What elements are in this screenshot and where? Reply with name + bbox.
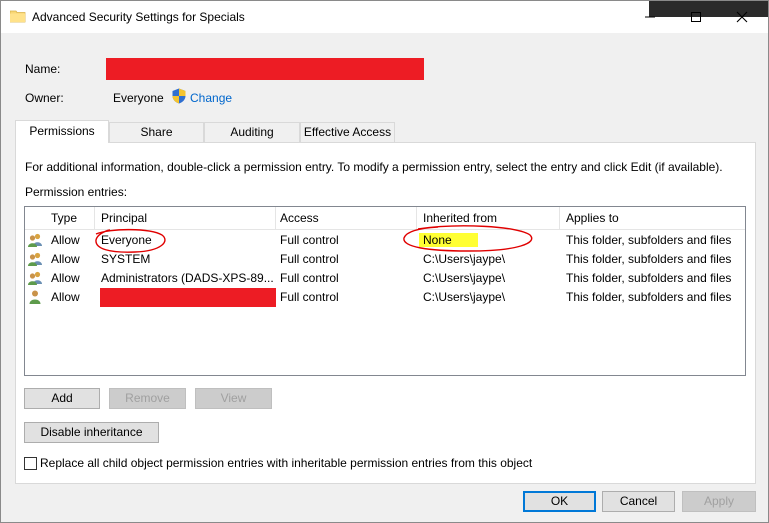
change-owner-link[interactable]: Change xyxy=(190,91,232,105)
cell-inherited-from: C:\Users\jaype\ xyxy=(423,252,506,266)
cell-applies-to: This folder, subfolders and files xyxy=(566,290,732,304)
group-users-icon xyxy=(28,252,42,266)
column-header-access[interactable]: Access xyxy=(280,211,319,225)
replace-child-permissions-checkbox[interactable] xyxy=(24,457,37,470)
help-text: For additional information, double-click… xyxy=(25,160,723,174)
window-title: Advanced Security Settings for Specials xyxy=(32,10,245,24)
table-row[interactable]: Allow SYSTEM Full control C:\Users\jaype… xyxy=(25,250,745,269)
owner-label: Owner: xyxy=(25,91,64,105)
remove-button[interactable]: Remove xyxy=(109,388,186,409)
minimize-button[interactable] xyxy=(627,1,673,33)
tab-effective-access[interactable]: Effective Access xyxy=(300,122,395,142)
cell-access: Full control xyxy=(280,233,339,247)
column-header-principal[interactable]: Principal xyxy=(101,211,147,225)
redacted-principal xyxy=(100,288,276,307)
single-user-icon xyxy=(29,290,41,304)
replace-child-permissions-label: Replace all child object permission entr… xyxy=(40,456,533,470)
cell-type: Allow xyxy=(51,252,80,266)
cell-type: Allow xyxy=(51,290,80,304)
add-button[interactable]: Add xyxy=(24,388,100,409)
cell-inherited-from: C:\Users\jaype\ xyxy=(423,271,506,285)
cell-inherited-from: None xyxy=(419,233,478,247)
minimize-icon xyxy=(645,16,655,18)
folder-icon xyxy=(10,10,26,23)
permissions-panel: For additional information, double-click… xyxy=(15,142,756,484)
cell-type: Allow xyxy=(51,233,80,247)
tab-permissions-label: Permissions xyxy=(29,124,95,138)
tab-share[interactable]: Share xyxy=(109,122,204,142)
column-header-inherited-from[interactable]: Inherited from xyxy=(423,211,497,225)
table-row[interactable]: Allow Full control C:\Users\jaype\ This … xyxy=(25,288,745,307)
group-users-icon xyxy=(28,271,42,285)
permission-entries-label: Permission entries: xyxy=(25,185,128,199)
tab-auditing-label: Auditing xyxy=(230,125,274,139)
cell-inherited-from: C:\Users\jaype\ xyxy=(423,290,506,304)
apply-button[interactable]: Apply xyxy=(682,491,756,512)
cell-access: Full control xyxy=(280,252,339,266)
maximize-icon xyxy=(691,12,701,22)
cell-applies-to: This folder, subfolders and files xyxy=(566,252,732,266)
tab-permissions[interactable]: Permissions xyxy=(15,120,109,143)
close-icon xyxy=(736,11,748,23)
cell-access: Full control xyxy=(280,271,339,285)
column-divider xyxy=(416,207,417,229)
close-button[interactable] xyxy=(719,1,765,33)
cell-applies-to: This folder, subfolders and files xyxy=(566,233,732,247)
ok-button[interactable]: OK xyxy=(523,491,596,512)
column-header-applies-to[interactable]: Applies to xyxy=(566,211,619,225)
permission-entries-list[interactable]: Type Principal Access Inherited from App… xyxy=(24,206,746,376)
column-divider xyxy=(275,207,276,229)
cell-access: Full control xyxy=(280,290,339,304)
cell-principal: SYSTEM xyxy=(101,252,151,266)
name-label: Name: xyxy=(25,62,61,76)
column-divider xyxy=(94,207,95,229)
tab-auditing[interactable]: Auditing xyxy=(204,122,300,142)
owner-value: Everyone xyxy=(113,91,164,105)
advanced-security-window: Advanced Security Settings for Specials … xyxy=(0,0,769,523)
tab-share-label: Share xyxy=(140,125,173,139)
view-button[interactable]: View xyxy=(195,388,272,409)
table-row[interactable]: Allow Administrators (DADS-XPS-89... Ful… xyxy=(25,269,745,288)
group-users-icon xyxy=(28,233,42,247)
uac-shield-icon xyxy=(172,88,186,104)
cancel-button[interactable]: Cancel xyxy=(602,491,675,512)
table-row[interactable]: Allow Everyone Full control None This fo… xyxy=(25,231,745,250)
cell-applies-to: This folder, subfolders and files xyxy=(566,271,732,285)
redacted-name xyxy=(106,58,424,80)
cell-type: Allow xyxy=(51,271,80,285)
cell-principal: Administrators (DADS-XPS-89... xyxy=(101,271,274,285)
column-header-type[interactable]: Type xyxy=(51,211,77,225)
title-bar[interactable]: Advanced Security Settings for Specials xyxy=(1,1,768,33)
list-header: Type Principal Access Inherited from App… xyxy=(25,207,745,230)
tab-effective-access-label: Effective Access xyxy=(303,125,392,139)
column-divider xyxy=(559,207,560,229)
disable-inheritance-button[interactable]: Disable inheritance xyxy=(24,422,159,443)
maximize-button[interactable] xyxy=(673,1,719,33)
cell-principal: Everyone xyxy=(101,233,152,247)
